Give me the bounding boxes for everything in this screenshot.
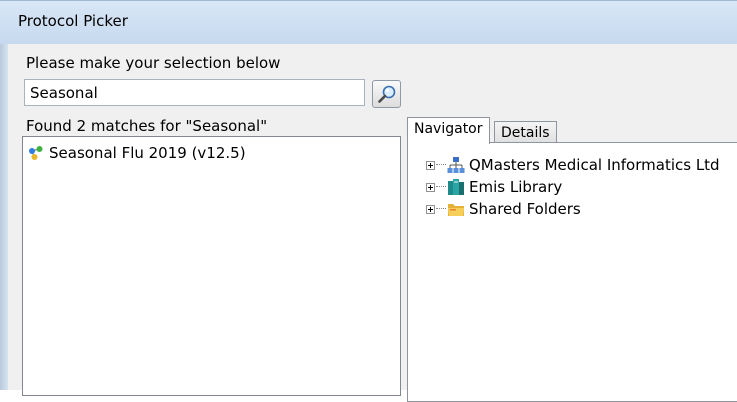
protocol-molecule-icon	[29, 146, 43, 160]
tab-bar: Navigator Details	[407, 117, 737, 144]
library-books-icon	[448, 179, 464, 195]
tree-node-shared-folders[interactable]: Shared Folders	[420, 198, 737, 220]
window-title: Protocol Picker	[18, 12, 128, 30]
tab-navigator-label: Navigator	[414, 121, 483, 137]
tree-connector	[436, 208, 446, 210]
tree-connector	[436, 164, 446, 166]
protocol-picker-window: Protocol Picker Please make your selecti…	[0, 0, 737, 402]
tree-node-label: Shared Folders	[469, 200, 581, 218]
org-chart-icon	[447, 157, 465, 173]
search-icon	[378, 85, 396, 103]
list-item-label: Seasonal Flu 2019 (v12.5)	[49, 144, 246, 162]
expand-icon[interactable]	[426, 182, 435, 192]
search-button[interactable]	[372, 80, 401, 108]
tab-details-label: Details	[501, 125, 550, 141]
tree-node-label: Emis Library	[469, 178, 563, 196]
tree-node-qmasters[interactable]: QMasters Medical Informatics Ltd	[420, 154, 737, 176]
tab-details[interactable]: Details	[494, 121, 557, 143]
expand-icon[interactable]	[426, 204, 435, 214]
list-item[interactable]: Seasonal Flu 2019 (v12.5)	[27, 143, 246, 163]
navigator-tree: QMasters Medical Informatics Ltd Emis Li…	[420, 154, 737, 220]
results-list[interactable]: Seasonal Flu 2019 (v12.5)	[22, 136, 401, 396]
tab-navigator[interactable]: Navigator	[407, 117, 490, 144]
selection-prompt: Please make your selection below	[26, 54, 281, 72]
window-left-border	[0, 44, 8, 390]
match-summary: Found 2 matches for "Seasonal"	[26, 117, 268, 135]
folder-icon	[448, 204, 464, 216]
search-input[interactable]	[24, 79, 365, 106]
title-bar[interactable]: Protocol Picker	[0, 0, 737, 44]
expand-icon[interactable]	[426, 160, 435, 170]
tree-connector	[436, 186, 446, 188]
tree-node-emis-library[interactable]: Emis Library	[420, 176, 737, 198]
tree-node-label: QMasters Medical Informatics Ltd	[469, 156, 720, 174]
